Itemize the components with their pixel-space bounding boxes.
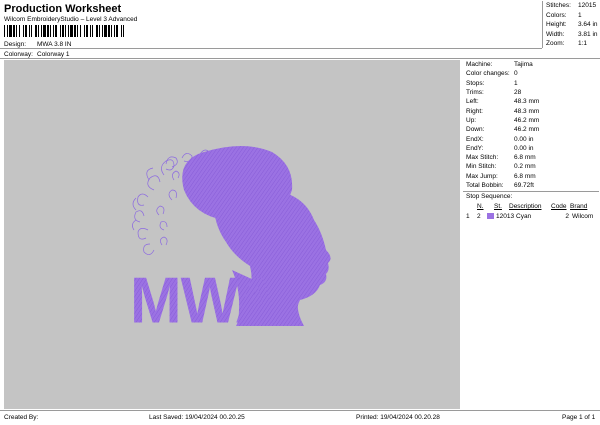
info-row: Up: 46.2 mm [463,116,599,125]
stop-brand: Wilcom [572,212,594,220]
stop-n: 2 [477,212,481,220]
info-row: Left: 48.3 mm [463,97,599,106]
col-n: N. [477,202,484,210]
design-label: Design: [4,41,27,48]
info-value: 6.8 mm [514,172,536,180]
info-value: 48.3 mm [514,107,540,115]
stat-row: Width: 3.81 in [543,30,598,40]
info-value: 0.2 mm [514,163,536,171]
info-value: 0 [514,70,518,78]
info-label: Stops: [466,79,485,87]
info-label: Trims: [466,89,484,97]
stat-value: 1:1 [578,40,588,48]
machine-info-panel: Machine: Tajima Color changes: 0 Stops: 1 T… [463,60,599,221]
design-row: Design: MWA 3.8 IN [4,41,71,48]
info-row: Right: 48.3 mm [463,106,599,115]
footer: Created By: Last Saved: 19/04/2024 00.20… [0,410,600,425]
info-value: 1 [514,79,518,87]
stop-sequence-header: N. St. Description Code Brand [463,201,599,211]
info-value: 28 [514,89,522,97]
separator-line [0,48,542,49]
info-row: Trims: 28 [463,88,599,97]
created-by: Created By: [4,414,39,421]
col-st: St. [494,202,502,210]
col-brand: Brand [570,202,588,210]
info-label: EndX: [466,135,484,143]
page-number: Page 1 of 1 [562,414,596,421]
stat-value: 3.81 in [578,30,598,38]
stop-code: 2 [565,212,569,220]
info-value: 48.3 mm [514,98,540,106]
design-preview-canvas[interactable]: MWA [4,60,460,409]
stat-label: Height: [546,21,567,29]
stat-value: 3.64 in [578,21,598,29]
colorway-label: Colorway: [4,51,33,58]
info-label: Min Stitch: [466,163,497,171]
stat-row: Height: 3.64 in [543,20,598,30]
printed-date: Printed: 19/04/2024 00.20.28 [356,414,440,421]
info-row: Down: 46.2 mm [463,125,599,134]
stat-row: Colors: 1 [543,11,598,21]
info-label: Right: [466,107,483,115]
info-value: 69.72ft [514,182,534,189]
info-value: 46.2 mm [514,126,540,134]
col-code: Code [551,202,567,210]
stats-table: Stitches: 12015 Colors: 1 Height: 3.64 in W… [542,1,598,48]
stat-label: Colors: [546,11,567,19]
info-label: Total Bobbin: [466,182,504,189]
info-row: Total Bobbin: 69.72ft [463,181,599,190]
stat-label: Stitches: [546,2,571,10]
info-value: 6.8 mm [514,154,536,162]
stat-label: Width: [546,30,565,38]
barcode [4,25,124,37]
colorway-row: Colorway: Colorway 1 [4,51,70,58]
col-description: Description [509,202,542,210]
stop-sequence-row[interactable]: 1 2 12013 Cyan 2 Wilcom [463,211,599,221]
design-text: MWA [130,264,279,337]
stat-value: 12015 [578,2,597,10]
info-label: EndY: [466,144,484,152]
info-row: Stops: 1 [463,79,599,88]
info-value: 46.2 mm [514,116,540,124]
separator-line [0,58,600,59]
info-value: 0.00 in [514,135,534,143]
stop-description: Cyan [516,212,532,220]
stat-row: Stitches: 12015 [543,1,598,11]
info-row: Machine: Tajima [463,60,599,69]
stop-sequence-label: Stop Sequence: [466,193,513,201]
info-value: 0.00 in [514,144,534,152]
info-row: Color changes: 0 [463,69,599,78]
stop-index: 1 [466,212,470,220]
colorway-value: Colorway 1 [37,51,70,58]
info-row: Max Jump: 6.8 mm [463,172,599,181]
info-row: EndY: 0.00 in [463,144,599,153]
page-title: Production Worksheet [4,3,122,15]
last-saved: Last Saved: 19/04/2024 00.20.25 [149,414,245,421]
info-row: Max Stitch: 6.8 mm [463,153,599,162]
stat-row: Zoom: 1:1 [543,39,598,49]
info-label: Up: [466,116,477,124]
design-value: MWA 3.8 IN [37,41,72,48]
thread-swatch [487,213,494,220]
embroidery-design: MWA [130,146,331,337]
stat-label: Zoom: [546,40,565,48]
software-subtitle: Wilcom EmbroideryStudio – Level 3 Advanc… [4,16,138,23]
info-row: EndX: 0.00 in [463,134,599,143]
stop-sequence-title: Stop Sequence: [463,192,599,201]
info-value: Tajima [514,61,533,69]
stop-stitches: 12013 [496,212,515,220]
info-label: Max Jump: [466,172,498,180]
info-row: Min Stitch: 0.2 mm [463,162,599,171]
info-label: Max Stitch: [466,154,499,162]
info-label: Machine: [466,61,493,69]
info-label: Color changes: [466,70,510,78]
info-label: Down: [466,126,485,134]
stat-value: 1 [578,11,582,19]
info-label: Left: [466,98,479,106]
